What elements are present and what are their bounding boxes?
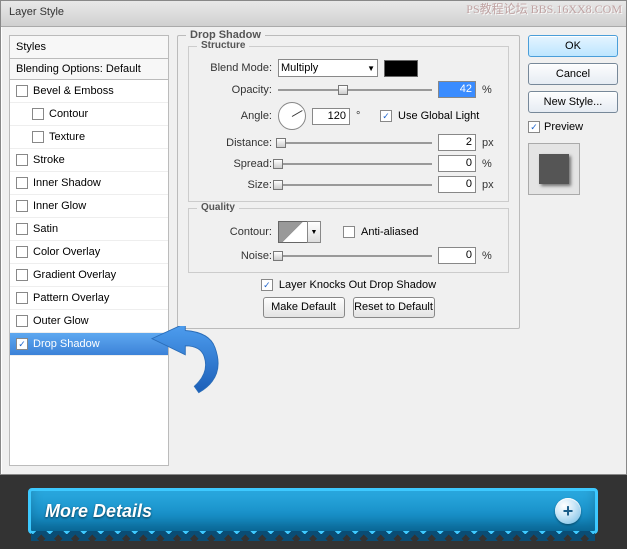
- distance-label: Distance:: [197, 137, 272, 149]
- new-style-button[interactable]: New Style...: [528, 91, 618, 113]
- title-bar: Layer Style PS教程论坛 BBS.16XX8.COM: [1, 1, 626, 27]
- preview-swatch: [528, 143, 580, 195]
- antialiased-label: Anti-aliased: [361, 226, 418, 238]
- sidebar-item-outer-glow[interactable]: Outer Glow: [10, 310, 168, 333]
- sidebar-item-label: Outer Glow: [33, 315, 89, 327]
- unit-px: px: [482, 179, 500, 191]
- sidebar-item-drop-shadow[interactable]: ✓ Drop Shadow: [10, 333, 168, 356]
- blend-mode-select[interactable]: Multiply ▼: [278, 59, 378, 77]
- angle-input[interactable]: 120: [312, 108, 350, 125]
- plus-icon[interactable]: +: [555, 498, 581, 524]
- size-input[interactable]: 0: [438, 176, 476, 193]
- opacity-label: Opacity:: [197, 84, 272, 96]
- sidebar-item-label: Inner Shadow: [33, 177, 101, 189]
- shadow-color-swatch[interactable]: [384, 60, 418, 77]
- sidebar-item-pattern-overlay[interactable]: Pattern Overlay: [10, 287, 168, 310]
- spread-input[interactable]: 0: [438, 155, 476, 172]
- size-slider[interactable]: [278, 177, 432, 193]
- sidebar-checkbox[interactable]: [16, 200, 28, 212]
- noise-slider[interactable]: [278, 248, 432, 264]
- banner-zigzag: [31, 531, 595, 541]
- banner-text: More Details: [45, 501, 152, 522]
- sidebar-item-label: Bevel & Emboss: [33, 85, 114, 97]
- styles-sidebar: Styles Blending Options: Default Bevel &…: [9, 35, 169, 466]
- sidebar-item-label: Stroke: [33, 154, 65, 166]
- sidebar-item-label: Color Overlay: [33, 246, 100, 258]
- sidebar-checkbox[interactable]: [16, 177, 28, 189]
- contour-dropdown[interactable]: ▼: [307, 221, 321, 243]
- unit-percent: %: [482, 84, 500, 96]
- sidebar-item-satin[interactable]: Satin: [10, 218, 168, 241]
- angle-label: Angle:: [197, 110, 272, 122]
- opacity-input[interactable]: 42: [438, 81, 476, 98]
- sidebar-item-label: Satin: [33, 223, 58, 235]
- spread-label: Spread:: [197, 158, 272, 170]
- sidebar-item-contour[interactable]: Contour: [10, 103, 168, 126]
- unit-percent: %: [482, 158, 500, 170]
- make-default-button[interactable]: Make Default: [263, 297, 345, 318]
- sidebar-checkbox[interactable]: [32, 108, 44, 120]
- layer-style-dialog: Layer Style PS教程论坛 BBS.16XX8.COM Styles …: [0, 0, 627, 475]
- sidebar-checkbox[interactable]: [16, 315, 28, 327]
- sidebar-checkbox[interactable]: [16, 223, 28, 235]
- sidebar-item-label: Pattern Overlay: [33, 292, 109, 304]
- main-panel: Drop Shadow Structure Blend Mode: Multip…: [177, 35, 520, 466]
- preview-checkbox[interactable]: ✓: [528, 121, 540, 133]
- sidebar-item-label: Contour: [49, 108, 88, 120]
- noise-label: Noise:: [197, 250, 272, 262]
- sidebar-item-texture[interactable]: Texture: [10, 126, 168, 149]
- angle-dial[interactable]: [278, 102, 306, 130]
- sidebar-item-color-overlay[interactable]: Color Overlay: [10, 241, 168, 264]
- more-details-banner[interactable]: More Details +: [28, 488, 598, 534]
- window-title: Layer Style: [9, 6, 64, 18]
- blend-mode-label: Blend Mode:: [197, 62, 272, 74]
- sidebar-item-inner-shadow[interactable]: Inner Shadow: [10, 172, 168, 195]
- sidebar-checkbox[interactable]: ✓: [16, 338, 28, 350]
- preview-label: Preview: [544, 121, 583, 133]
- quality-legend: Quality: [197, 202, 239, 213]
- sidebar-checkbox[interactable]: [16, 292, 28, 304]
- sidebar-checkbox[interactable]: [16, 154, 28, 166]
- sidebar-item-label: Texture: [49, 131, 85, 143]
- sidebar-blending-options[interactable]: Blending Options: Default: [10, 59, 168, 80]
- sidebar-item-bevel-emboss[interactable]: Bevel & Emboss: [10, 80, 168, 103]
- sidebar-checkbox[interactable]: [16, 85, 28, 97]
- unit-px: px: [482, 137, 500, 149]
- drop-shadow-group: Drop Shadow Structure Blend Mode: Multip…: [177, 35, 520, 329]
- contour-picker[interactable]: [278, 221, 308, 243]
- distance-slider[interactable]: [278, 135, 432, 151]
- contour-label: Contour:: [197, 226, 272, 238]
- noise-input[interactable]: 0: [438, 247, 476, 264]
- distance-input[interactable]: 2: [438, 134, 476, 151]
- sidebar-checkbox[interactable]: [16, 246, 28, 258]
- spread-slider[interactable]: [278, 156, 432, 172]
- chevron-down-icon: ▼: [367, 64, 375, 73]
- sidebar-checkbox[interactable]: [32, 131, 44, 143]
- structure-group: Structure Blend Mode: Multiply ▼ Opacity…: [188, 46, 509, 202]
- watermark: PS教程论坛 BBS.16XX8.COM: [466, 3, 622, 16]
- use-global-light-label: Use Global Light: [398, 110, 479, 122]
- cancel-button[interactable]: Cancel: [528, 63, 618, 85]
- use-global-light-checkbox[interactable]: ✓: [380, 110, 392, 122]
- sidebar-item-label: Inner Glow: [33, 200, 86, 212]
- unit-percent: %: [482, 250, 500, 262]
- antialiased-checkbox[interactable]: [343, 226, 355, 238]
- quality-group: Quality Contour: ▼ Anti-aliased Noise:: [188, 208, 509, 273]
- opacity-slider[interactable]: [278, 82, 432, 98]
- reset-default-button[interactable]: Reset to Default: [353, 297, 435, 318]
- sidebar-item-label: Drop Shadow: [33, 338, 100, 350]
- sidebar-item-gradient-overlay[interactable]: Gradient Overlay: [10, 264, 168, 287]
- knockout-checkbox[interactable]: ✓: [261, 279, 273, 291]
- sidebar-item-stroke[interactable]: Stroke: [10, 149, 168, 172]
- unit-degree: °: [356, 110, 374, 122]
- sidebar-checkbox[interactable]: [16, 269, 28, 281]
- sidebar-item-inner-glow[interactable]: Inner Glow: [10, 195, 168, 218]
- sidebar-head[interactable]: Styles: [10, 36, 168, 59]
- knockout-label: Layer Knocks Out Drop Shadow: [279, 279, 436, 291]
- size-label: Size:: [197, 179, 272, 191]
- sidebar-item-label: Gradient Overlay: [33, 269, 116, 281]
- dialog-buttons: OK Cancel New Style... ✓ Preview: [528, 35, 618, 466]
- ok-button[interactable]: OK: [528, 35, 618, 57]
- structure-legend: Structure: [197, 40, 249, 51]
